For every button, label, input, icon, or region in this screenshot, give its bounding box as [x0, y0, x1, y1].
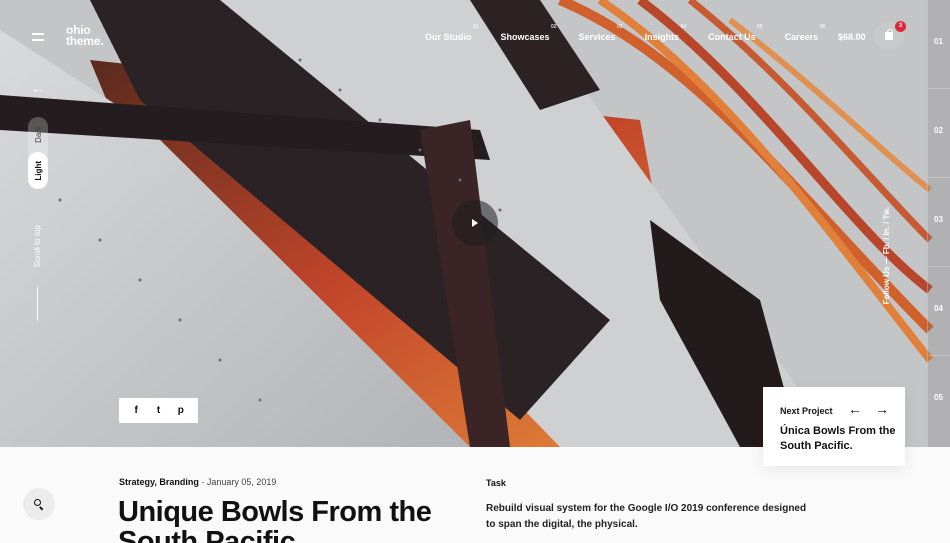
- pager-number: 01: [934, 37, 943, 46]
- hero-image: ohio theme. 01 Our Studio 02 Showcases 0…: [0, 0, 950, 447]
- nav-item-our-studio[interactable]: 01 Our Studio: [425, 24, 479, 42]
- pager-item[interactable]: 01: [928, 0, 950, 89]
- nav-item-insights[interactable]: 04 Insights: [644, 24, 687, 42]
- nav-number: 05: [757, 24, 763, 30]
- article-categories[interactable]: Strategy, Branding: [119, 477, 199, 487]
- nav-number: 01: [472, 24, 479, 30]
- cart-button[interactable]: 3: [874, 21, 906, 49]
- nav-number: 02: [550, 24, 557, 30]
- pinterest-icon[interactable]: p: [174, 405, 188, 416]
- nav-number: 03: [617, 24, 623, 30]
- scroll-to-top-link[interactable]: Scroll to top: [33, 225, 42, 267]
- logo-line-2: theme.: [66, 34, 104, 48]
- article-date: January 05, 2019: [206, 477, 277, 487]
- logo[interactable]: ohio theme.: [66, 24, 104, 48]
- pager-item[interactable]: 05: [928, 356, 950, 445]
- nav-item-services[interactable]: 03 Services: [578, 24, 623, 42]
- pager-number: 03: [934, 215, 943, 224]
- pager-item[interactable]: 02: [928, 89, 950, 178]
- pager-number: 02: [934, 126, 943, 135]
- arrow-left-icon[interactable]: ←: [848, 401, 862, 417]
- arrow-left-icon[interactable]: ←: [31, 81, 45, 95]
- mode-light-option[interactable]: Light: [28, 152, 48, 189]
- nav-label: Careers: [784, 32, 819, 42]
- main-nav: 01 Our Studio 02 Showcases 03 Services 0…: [420, 24, 826, 42]
- task-description: Rebuild visual system for the Google I/O…: [486, 503, 807, 530]
- pager-number: 04: [934, 304, 943, 313]
- task-heading: Task: [486, 478, 506, 488]
- meta-separator: ·: [198, 477, 207, 487]
- theme-mode-toggle[interactable]: Dark Light: [28, 117, 48, 189]
- nav-label: Insights: [644, 32, 680, 42]
- next-project-title[interactable]: Única Bowls From the South Pacific.: [780, 424, 900, 454]
- project-page: ohio theme. 01 Our Studio 02 Showcases 0…: [0, 0, 950, 543]
- nav-label: Our Studio: [425, 32, 472, 42]
- next-project-label: Next Project: [780, 406, 833, 416]
- nav-label: Services: [578, 32, 616, 42]
- pager-item[interactable]: 04: [928, 267, 950, 356]
- mode-dark-label: Dark: [33, 125, 43, 143]
- search-icon-handle: [39, 506, 44, 511]
- page-title: Unique Bowls From the South Pacific.: [118, 496, 432, 543]
- share-box: f t p: [119, 398, 198, 423]
- cart-total[interactable]: $68.00: [838, 32, 866, 42]
- shopping-bag-icon: [885, 29, 893, 40]
- scroll-indicator-line: [37, 287, 38, 321]
- nav-label: Contact Us: [708, 32, 756, 42]
- follow-us-links[interactable]: Follow Us — Fb. / In. / Tw.: [882, 207, 891, 304]
- nav-number: 06: [819, 24, 826, 30]
- next-project-card[interactable]: Next Project ← → Única Bowls From the So…: [763, 387, 905, 466]
- twitter-icon[interactable]: t: [151, 405, 165, 416]
- arrow-right-icon[interactable]: →: [875, 401, 889, 417]
- pager-item[interactable]: 03: [928, 178, 950, 267]
- menu-icon[interactable]: [32, 33, 44, 41]
- nav-number: 04: [680, 24, 687, 30]
- nav-item-careers[interactable]: 06 Careers: [784, 24, 826, 42]
- facebook-icon[interactable]: f: [129, 405, 143, 416]
- nav-label: Showcases: [500, 32, 550, 42]
- search-button[interactable]: [23, 488, 55, 520]
- cart-count-badge: 3: [895, 21, 906, 32]
- nav-item-showcases[interactable]: 02 Showcases: [500, 24, 557, 42]
- play-icon[interactable]: [452, 200, 498, 246]
- nav-item-contact-us[interactable]: 05 Contact Us: [708, 24, 763, 42]
- pager-number: 05: [934, 393, 943, 402]
- article-meta: Strategy, Branding · January 05, 2019: [119, 477, 276, 487]
- section-pager: 01 02 03 04 05: [927, 0, 950, 447]
- mode-light-label: Light: [33, 160, 43, 181]
- mode-dark-option[interactable]: Dark: [28, 117, 48, 151]
